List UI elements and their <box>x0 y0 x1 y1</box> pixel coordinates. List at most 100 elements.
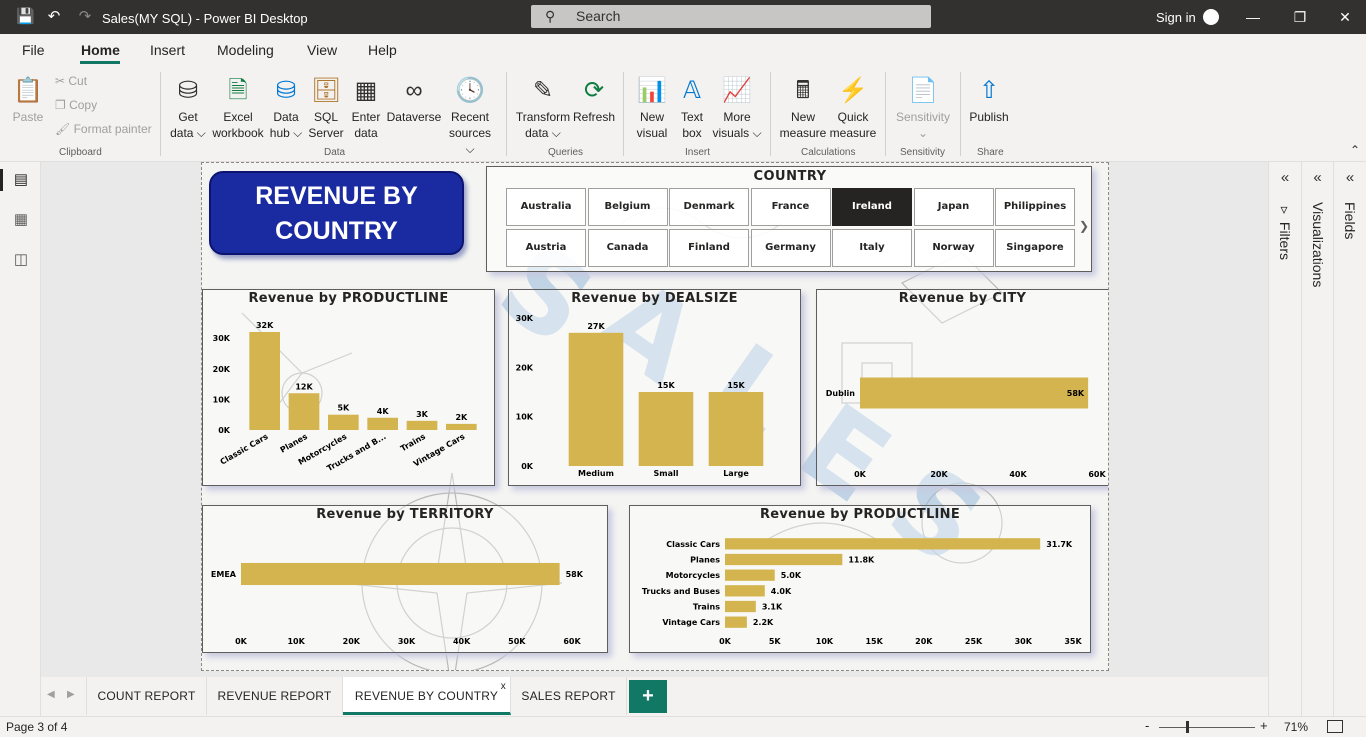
enter-data-button[interactable]: ▦ Enter data <box>348 74 384 141</box>
copy-button[interactable]: ❐ Copy <box>55 98 97 112</box>
refresh-icon: ⟳ <box>583 77 605 104</box>
tab-count-report[interactable]: COUNT REPORT <box>86 677 207 715</box>
slicer-option-singapore[interactable]: Singapore <box>995 229 1075 267</box>
chart-revenue-by-productline-bar[interactable]: Revenue by PRODUCTLINE Classic Cars 31.7K… <box>629 505 1091 653</box>
zoom-out-button[interactable]: - <box>1145 718 1149 733</box>
database-icon: ⛁ <box>177 77 199 104</box>
previous-page-icon[interactable]: ◀ <box>47 689 55 700</box>
next-page-icon[interactable]: ▶ <box>67 689 75 700</box>
chart-plot: 0K 10K 20K 30K 27K Medium 15K Small 15K Large <box>516 314 764 478</box>
quick-measure-button[interactable]: ⚡ Quick measure <box>828 74 878 141</box>
zoom-in-button[interactable]: + <box>1260 718 1268 733</box>
chevron-right-icon[interactable]: ❯ <box>1079 219 1089 233</box>
y-tick-label: 0K <box>521 462 534 471</box>
chart-revenue-by-territory[interactable]: Revenue by TERRITORY EMEA 58K 0K 10K 20K 30K 4… <box>202 505 608 653</box>
bar <box>241 562 560 586</box>
transform-data-button[interactable]: ✎ Transform data ⌵ <box>514 74 572 141</box>
slicer-option-france[interactable]: France <box>750 188 831 226</box>
menu-view[interactable]: View <box>307 42 337 58</box>
tab-revenue-by-country[interactable]: REVENUE BY COUNTRY x <box>343 677 511 715</box>
slicer-title: COUNTRY <box>753 169 827 184</box>
tab-sales-report[interactable]: SALES REPORT <box>511 677 627 715</box>
country-slicer[interactable]: COUNTRY Australia Belgium Denmark France Ire… <box>486 166 1092 272</box>
sensitivity-button[interactable]: 📄 Sensitivity ⌄ <box>892 74 954 141</box>
tab-label: REVENUE REPORT <box>217 689 332 703</box>
filters-pane[interactable]: « ▿ Filters <box>1268 162 1301 716</box>
chart-revenue-by-dealsize[interactable]: Revenue by DEALSIZE 0K 10K 20K 30K 27K Medium… <box>508 289 801 486</box>
sign-in-link[interactable]: Sign in <box>1156 10 1196 25</box>
y-tick-label: 10K <box>516 413 534 422</box>
save-icon[interactable]: 💾 <box>16 8 35 26</box>
new-measure-button[interactable]: 🖩 New measure <box>778 74 828 141</box>
excel-workbook-button[interactable]: 🗎 Excel workbook <box>209 74 267 141</box>
undo-icon[interactable]: ↶ <box>45 8 63 26</box>
x-tick-label: Classic Cars <box>219 432 270 467</box>
search-box[interactable]: ⚲ Search <box>531 5 931 28</box>
menu-home[interactable]: Home <box>81 42 120 58</box>
zoom-slider-thumb[interactable] <box>1186 721 1189 733</box>
slicer-option-finland[interactable]: Finland <box>669 229 749 267</box>
chart-revenue-by-productline-column[interactable]: Revenue by PRODUCTLINE 0K 10K 20K 30K 32K Cla… <box>202 289 495 486</box>
slicer-option-belgium[interactable]: Belgium <box>587 188 668 226</box>
menu-file[interactable]: File <box>22 42 45 58</box>
slicer-option-philippines[interactable]: Philippines <box>995 188 1075 226</box>
x-tick-label: 0K <box>854 470 867 479</box>
tab-revenue-report[interactable]: REVENUE REPORT <box>207 677 343 715</box>
restore-icon[interactable]: ❐ <box>1290 8 1310 26</box>
slicer-option-japan[interactable]: Japan <box>913 188 994 226</box>
bar <box>725 585 765 597</box>
menu-insert[interactable]: Insert <box>150 42 185 58</box>
sql-server-button[interactable]: 🗄 SQL Server <box>307 74 345 141</box>
zoom-slider[interactable] <box>1159 727 1255 728</box>
text-box-label-1: Text <box>680 110 703 124</box>
expand-left-icon[interactable]: « <box>1334 169 1366 186</box>
slicer-option-germany[interactable]: Germany <box>750 229 831 267</box>
text-box-button[interactable]: 𝔸 Text box <box>673 74 711 141</box>
chart-revenue-by-city[interactable]: Revenue by CITY Dublin 58K 0K 20K 40K 60K <box>816 289 1108 486</box>
refresh-button[interactable]: ⟳ Refresh <box>572 74 616 125</box>
avatar[interactable] <box>1203 9 1219 25</box>
expand-left-icon[interactable]: « <box>1302 169 1333 186</box>
slicer-option-austria[interactable]: Austria <box>506 229 586 267</box>
model-view-icon[interactable]: ◫ <box>11 250 31 270</box>
table-view-icon[interactable]: ▦ <box>11 210 31 230</box>
fit-to-page-icon[interactable] <box>1327 720 1343 733</box>
fields-pane[interactable]: « Fields <box>1333 162 1366 716</box>
report-view-icon[interactable]: ▤ <box>11 170 31 190</box>
new-visual-label-2: visual <box>636 126 668 140</box>
close-tab-icon[interactable]: x <box>501 681 506 693</box>
slicer-option-australia[interactable]: Australia <box>506 188 586 226</box>
publish-button[interactable]: ⇧ Publish <box>966 74 1012 125</box>
slicer-option-italy[interactable]: Italy <box>832 229 912 267</box>
recent-sources-button[interactable]: 🕓 Recent sources ⌵ <box>444 74 496 157</box>
redo-icon[interactable]: ↷ <box>76 8 94 26</box>
x-tick-label: 40K <box>453 637 471 646</box>
slicer-option-ireland[interactable]: Ireland <box>832 188 912 226</box>
more-visuals-button[interactable]: 📈 More visuals ⌵ <box>712 74 762 141</box>
data-label: 58K <box>566 570 584 579</box>
dataverse-button[interactable]: ∞ Dataverse <box>386 74 442 125</box>
new-visual-button[interactable]: 📊 New visual <box>632 74 672 141</box>
data-label: 2.2K <box>753 618 774 627</box>
slicer-option-denmark[interactable]: Denmark <box>669 188 749 226</box>
data-hub-button[interactable]: ⛁ Data hub ⌵ <box>268 74 304 141</box>
search-icon: ⚲ <box>545 8 556 24</box>
visualizations-pane[interactable]: « Visualizations <box>1301 162 1333 716</box>
copy-label: Copy <box>69 98 98 112</box>
get-data-button[interactable]: ⛁ Get data ⌵ <box>168 74 208 141</box>
data-group-label: Data <box>324 147 346 158</box>
data-label: 31.7K <box>1046 540 1073 549</box>
menu-help[interactable]: Help <box>368 42 397 58</box>
paste-button[interactable]: 📋 Paste <box>8 74 48 125</box>
slicer-option-canada[interactable]: Canada <box>587 229 668 267</box>
slicer-option-norway[interactable]: Norway <box>913 229 994 267</box>
minimize-icon[interactable]: — <box>1243 8 1263 26</box>
x-tick-label: Large <box>723 469 749 478</box>
menu-modeling[interactable]: Modeling <box>217 42 274 58</box>
add-page-button[interactable]: + <box>629 680 667 713</box>
close-icon[interactable]: ✕ <box>1335 8 1355 26</box>
collapse-ribbon-icon[interactable]: ⌃ <box>1350 143 1360 157</box>
cut-button[interactable]: ✂ Cut <box>55 74 87 88</box>
format-painter-button[interactable]: 🖌 Format painter <box>55 122 152 136</box>
expand-left-icon[interactable]: « <box>1269 169 1301 186</box>
